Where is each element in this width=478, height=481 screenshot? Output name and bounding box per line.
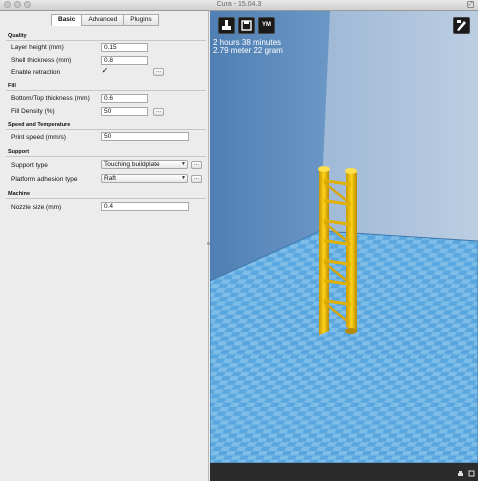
build-volume-right-wall — [320, 11, 478, 241]
window-titlebar: Cura - 15.04.3 ⤢ — [0, 0, 478, 11]
platform-adhesion-select[interactable]: Raft ▼ — [101, 174, 188, 183]
dropdown-arrow-icon: ▼ — [181, 175, 186, 181]
print-material-text: 2.79 meter 22 gram — [213, 46, 283, 55]
layer-height-label: Layer height (mm) — [11, 44, 64, 51]
divider — [6, 198, 206, 199]
fill-density-settings-button[interactable]: ... — [153, 108, 164, 116]
divider — [6, 129, 206, 130]
print-estimate: 2 hours 38 minutes 2.79 meter 22 gram — [213, 39, 283, 55]
print-speed-label: Print speed (mm/s) — [11, 134, 66, 141]
print-icon[interactable] — [457, 470, 464, 477]
support-settings-button[interactable]: ... — [191, 161, 202, 169]
fullscreen-icon[interactable]: ⤢ — [467, 1, 474, 8]
platform-adhesion-label: Platform adhesion type — [11, 176, 78, 183]
print-speed-input[interactable]: 50 — [101, 132, 189, 141]
viewport-bottom-bar — [210, 463, 478, 481]
divider — [6, 156, 206, 157]
section-speed-heading: Speed and Temperature — [8, 122, 71, 128]
load-model-button[interactable] — [218, 17, 235, 34]
nozzle-size-label: Nozzle size (mm) — [11, 204, 62, 211]
view-mode-icon — [457, 20, 466, 31]
tab-plugins[interactable]: Plugins — [123, 14, 159, 26]
enable-retraction-label: Enable retraction — [11, 69, 61, 76]
shell-thickness-input[interactable]: 0.8 — [101, 56, 148, 65]
support-type-select[interactable]: Touching buildplate ▼ — [101, 160, 188, 169]
section-machine-heading: Machine — [8, 191, 31, 197]
settings-tabs: Basic Advanced Plugins — [51, 14, 159, 26]
shell-thickness-label: Shell thickness (mm) — [11, 57, 72, 64]
support-type-label: Support type — [11, 162, 48, 169]
section-quality-heading: Quality — [8, 33, 27, 39]
bottom-top-thickness-label: Bottom/Top thickness (mm) — [11, 95, 90, 102]
nozzle-size-input[interactable]: 0.4 — [101, 202, 189, 211]
dropdown-arrow-icon: ▼ — [181, 161, 186, 167]
layer-height-input[interactable]: 0.15 — [101, 43, 148, 52]
3d-viewport[interactable]: YM 2 hours 38 minutes 2.79 meter 22 gram — [210, 11, 478, 463]
tab-advanced[interactable]: Advanced — [81, 14, 125, 26]
tab-basic[interactable]: Basic — [51, 14, 83, 26]
platform-adhesion-value: Raft — [104, 175, 116, 182]
support-type-value: Touching buildplate — [104, 161, 160, 168]
divider — [6, 40, 206, 41]
section-fill-heading: Fill — [8, 83, 16, 89]
view-mode-button[interactable] — [453, 17, 470, 34]
bottom-top-thickness-input[interactable]: 0.6 — [101, 94, 148, 103]
divider — [6, 90, 206, 91]
load-model-icon — [222, 20, 231, 30]
fill-density-label: Fill Density (%) — [11, 108, 55, 115]
build-plate — [210, 231, 478, 463]
save-gcode-button[interactable] — [238, 17, 255, 34]
window-title: Cura - 15.04.3 — [216, 1, 262, 8]
fill-density-input[interactable]: 50 — [101, 107, 148, 116]
enable-retraction-checkbox[interactable]: ✓ — [101, 67, 109, 75]
scene-svg — [210, 11, 478, 463]
save-icon — [241, 20, 252, 31]
adhesion-settings-button[interactable]: ... — [191, 175, 202, 183]
section-support-heading: Support — [8, 149, 30, 155]
expand-icon[interactable] — [468, 470, 475, 477]
settings-panel: Basic Advanced Plugins Quality Layer hei… — [0, 11, 209, 481]
youmagine-button[interactable]: YM — [258, 17, 275, 34]
retraction-settings-button[interactable]: ... — [153, 68, 164, 76]
